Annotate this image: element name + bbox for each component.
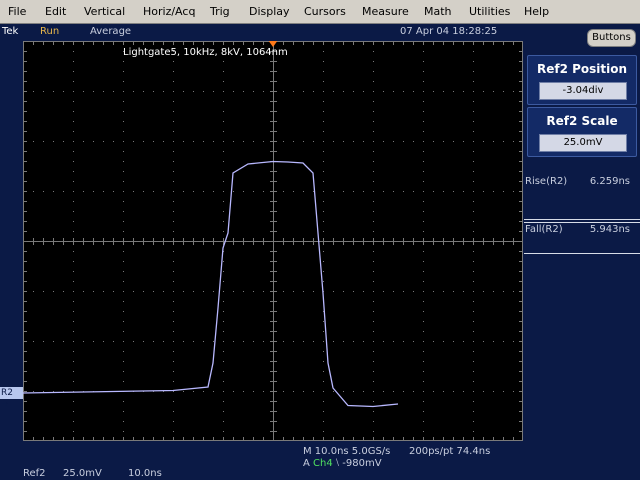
menu-bar: File Edit Vertical Horiz/Acq Trig Displa…	[0, 0, 640, 24]
trigger-position-marker[interactable]	[268, 41, 278, 47]
menu-help[interactable]: Help	[524, 5, 549, 18]
record-readout: 200ps/pt 74.4ns	[409, 446, 491, 457]
fall-value: 5.943ns	[589, 224, 630, 235]
menu-file[interactable]: File	[8, 5, 26, 18]
trigger-readout: A Ch4 ⧵ -980mV	[303, 458, 382, 469]
measurement-rise[interactable]: Rise(R2) 6.259ns	[524, 176, 640, 220]
ref2-position-control[interactable]: Ref2 Position -3.04div	[527, 55, 637, 105]
ref-scale: 25.0mV	[63, 468, 102, 479]
trigger-channel: Ch4	[313, 458, 333, 469]
brand-label: Tek	[2, 26, 19, 37]
waveform-display[interactable]: Lightgate5, 10kHz, 8kV, 1064nm	[23, 41, 523, 441]
acquisition-mode: Average	[90, 26, 132, 37]
timebase-readout: M 10.0ns 5.0GS/s	[303, 446, 391, 457]
ref-name: Ref2	[23, 468, 46, 479]
trigger-slope-icon: ⧵	[335, 458, 340, 469]
ref2-level-marker[interactable]: R2 →	[0, 387, 23, 410]
run-state: Run	[40, 26, 60, 37]
ref-time: 10.0ns	[128, 468, 162, 479]
ref2-scale-control[interactable]: Ref2 Scale 25.0mV	[527, 107, 637, 157]
trace-label: Lightgate5, 10kHz, 8kV, 1064nm	[123, 47, 288, 58]
ref2-scale-value[interactable]: 25.0mV	[539, 134, 627, 152]
menu-vertical[interactable]: Vertical	[84, 5, 125, 18]
trigger-prefix: A	[303, 458, 310, 469]
menu-edit[interactable]: Edit	[45, 5, 66, 18]
ref2-position-title: Ref2 Position	[536, 62, 628, 76]
menu-measure[interactable]: Measure	[362, 5, 409, 18]
ref2-waveform-trace	[23, 160, 399, 408]
graticule	[23, 41, 523, 441]
rise-value: 6.259ns	[589, 176, 630, 187]
menu-display[interactable]: Display	[249, 5, 290, 18]
buttons-button[interactable]: Buttons	[587, 29, 636, 47]
ref2-position-value[interactable]: -3.04div	[539, 82, 627, 100]
menu-cursors[interactable]: Cursors	[304, 5, 346, 18]
menu-utilities[interactable]: Utilities	[469, 5, 510, 18]
datetime-readout: 07 Apr 04 18:28:25	[400, 26, 498, 37]
status-bar: Tek Run Average 07 Apr 04 18:28:25	[0, 24, 640, 40]
measurement-fall[interactable]: Fall(R2) 5.943ns	[524, 222, 640, 254]
rise-label: Rise(R2)	[525, 176, 568, 187]
trigger-level: -980mV	[342, 458, 382, 469]
menu-trig[interactable]: Trig	[210, 5, 230, 18]
control-panel: Ref2 Position -3.04div Ref2 Scale 25.0mV…	[524, 55, 640, 480]
fall-label: Fall(R2)	[525, 224, 563, 235]
menu-horiz-acq[interactable]: Horiz/Acq	[143, 5, 195, 18]
ref2-scale-title: Ref2 Scale	[546, 114, 618, 128]
menu-math[interactable]: Math	[424, 5, 452, 18]
